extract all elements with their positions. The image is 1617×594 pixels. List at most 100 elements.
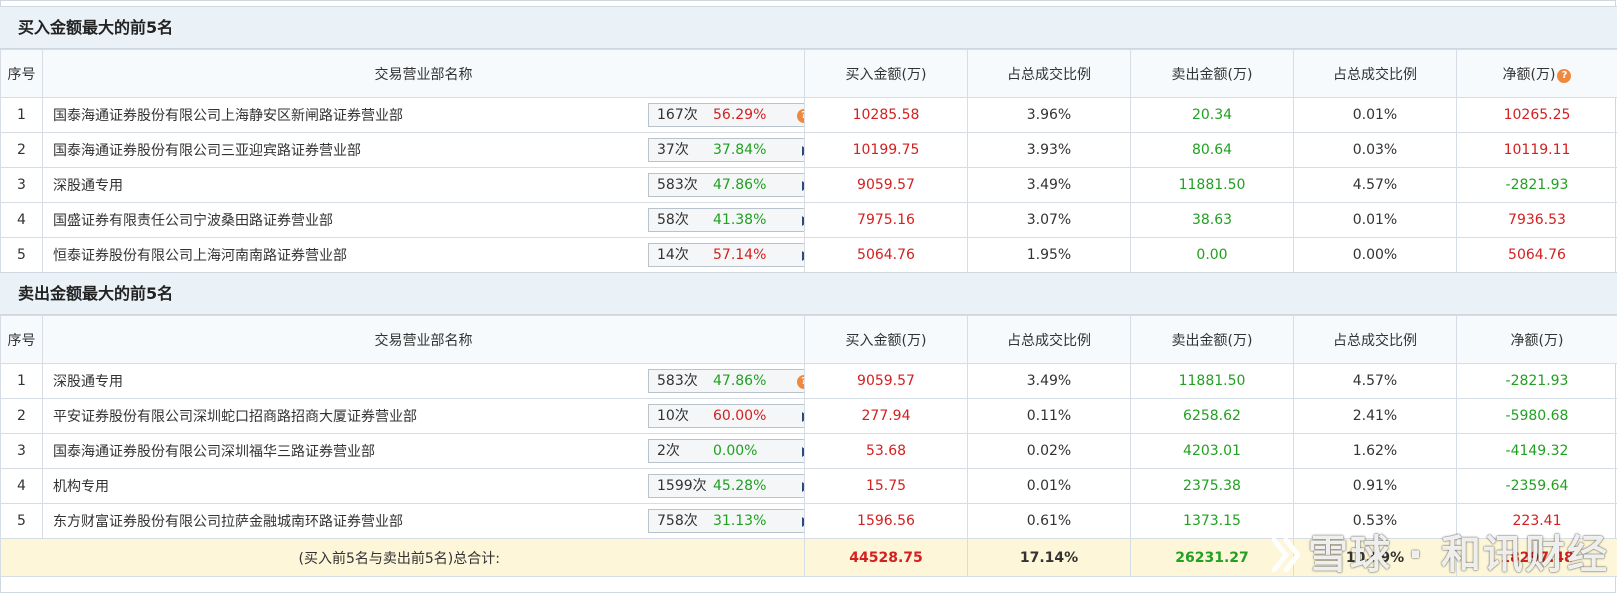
- broker-times: 758次: [657, 513, 698, 529]
- sell-amount: 38.63: [1130, 202, 1294, 238]
- broker-stats-pill[interactable]: 583次 47.86%?: [648, 369, 804, 393]
- broker-times: 1599次: [657, 478, 707, 494]
- triangle-right-icon[interactable]: [802, 146, 804, 156]
- col-header-name: 交易营业部名称: [42, 315, 805, 364]
- buy-ratio: 3.96%: [967, 97, 1131, 133]
- broker-stats-pill[interactable]: 58次 41.38%: [648, 208, 804, 232]
- broker-win-rate: 60.00%: [713, 408, 767, 424]
- broker-stats-pill[interactable]: 758次 31.13%: [648, 509, 804, 533]
- broker-name[interactable]: 深股通专用: [53, 178, 123, 194]
- broker-cell: 恒泰证券股份有限公司上海河南南路证券营业部 14次 57.14%: [42, 237, 805, 273]
- broker-stats-pill[interactable]: 14次 57.14%: [648, 243, 804, 267]
- broker-stats-pill[interactable]: 2次 0.00%: [648, 439, 804, 463]
- buy-amount: 10285.58: [804, 97, 968, 133]
- buy-ratio: 3.07%: [967, 202, 1131, 238]
- col-header-sell-ratio: 占总成交比例: [1293, 49, 1457, 98]
- buy-ratio: 3.49%: [967, 167, 1131, 203]
- sell-table-header: 序号 交易营业部名称 买入金额(万) 占总成交比例 卖出金额(万) 占总成交比例…: [0, 315, 1617, 364]
- net-amount: -5980.68: [1456, 398, 1617, 434]
- sell-amount: 11881.50: [1130, 363, 1294, 399]
- broker-name[interactable]: 平安证券股份有限公司深圳蛇口招商路招商大厦证券营业部: [53, 409, 417, 425]
- row-index: 1: [0, 97, 43, 133]
- broker-cell: 国泰海通证券股份有限公司深圳福华三路证券营业部 2次 0.00%: [42, 433, 805, 469]
- broker-stats-pill[interactable]: 583次 47.86%: [648, 173, 804, 197]
- sell-amount: 2375.38: [1130, 468, 1294, 504]
- net-amount: -4149.32: [1456, 433, 1617, 469]
- col-header-buy: 买入金额(万): [804, 49, 968, 98]
- col-header-buy: 买入金额(万): [804, 315, 968, 364]
- broker-win-rate: 47.86%: [713, 373, 767, 389]
- triangle-right-icon[interactable]: [802, 251, 804, 261]
- buy-table-header: 序号 交易营业部名称 买入金额(万) 占总成交比例 卖出金额(万) 占总成交比例…: [0, 49, 1617, 98]
- broker-stats-pill[interactable]: 37次 37.84%: [648, 138, 804, 162]
- total-sell-ratio: 10.09%: [1293, 538, 1457, 577]
- buy-amount: 10199.75: [804, 132, 968, 168]
- sell-ratio: 0.03%: [1293, 132, 1457, 168]
- triangle-right-icon[interactable]: [802, 412, 804, 422]
- broker-win-rate: 45.28%: [713, 478, 767, 494]
- sell-ratio: 0.91%: [1293, 468, 1457, 504]
- broker-times: 58次: [657, 212, 689, 228]
- triangle-right-icon[interactable]: [802, 216, 804, 226]
- broker-times: 167次: [657, 107, 698, 123]
- broker-times: 14次: [657, 247, 689, 263]
- col-header-net: 净额(万): [1456, 315, 1617, 364]
- broker-stats-pill[interactable]: 1599次 45.28%: [648, 474, 804, 498]
- broker-win-rate: 31.13%: [713, 513, 767, 529]
- broker-name[interactable]: 国泰海通证券股份有限公司深圳福华三路证券营业部: [53, 444, 375, 460]
- question-mark-icon[interactable]: ?: [797, 109, 804, 123]
- broker-name[interactable]: 国泰海通证券股份有限公司三亚迎宾路证券营业部: [53, 143, 361, 159]
- broker-name[interactable]: 东方财富证券股份有限公司拉萨金融城南环路证券营业部: [53, 514, 403, 530]
- net-amount: 223.41: [1456, 503, 1617, 539]
- buy-ratio: 0.61%: [967, 503, 1131, 539]
- buy-ratio: 3.93%: [967, 132, 1131, 168]
- sell-ratio: 0.53%: [1293, 503, 1457, 539]
- broker-cell: 深股通专用 583次 47.86%: [42, 167, 805, 203]
- sell-ratio: 0.00%: [1293, 237, 1457, 273]
- row-index: 3: [0, 433, 43, 469]
- sell-section-title: 卖出金额最大的前5名: [0, 272, 1617, 315]
- table-row: 2 国泰海通证券股份有限公司三亚迎宾路证券营业部 37次 37.84% 10199.75…: [0, 132, 1617, 168]
- buy-ratio: 0.02%: [967, 433, 1131, 469]
- buy-amount: 9059.57: [804, 167, 968, 203]
- col-header-index: 序号: [0, 49, 43, 98]
- triangle-right-icon[interactable]: [802, 482, 804, 492]
- table-row: 4 国盛证券有限责任公司宁波桑田路证券营业部 58次 41.38% 7975.16 3.0…: [0, 202, 1617, 238]
- broker-stats-pill[interactable]: 10次 60.00%: [648, 404, 804, 428]
- broker-times: 10次: [657, 408, 689, 424]
- net-amount: 7936.53: [1456, 202, 1617, 238]
- buy-ratio: 0.01%: [967, 468, 1131, 504]
- col-header-sell-ratio: 占总成交比例: [1293, 315, 1457, 364]
- sell-ratio: 0.01%: [1293, 97, 1457, 133]
- total-label: (买入前5名与卖出前5名)总合计:: [0, 538, 805, 577]
- buy-amount: 1596.56: [804, 503, 968, 539]
- triangle-right-icon[interactable]: [802, 517, 804, 527]
- sell-amount: 1373.15: [1130, 503, 1294, 539]
- net-amount: 10265.25: [1456, 97, 1617, 133]
- sell-amount: 11881.50: [1130, 167, 1294, 203]
- broker-name[interactable]: 国盛证券有限责任公司宁波桑田路证券营业部: [53, 213, 333, 229]
- total-buy: 44528.75: [804, 538, 968, 577]
- question-mark-icon[interactable]: ?: [1557, 68, 1572, 83]
- row-index: 5: [0, 503, 43, 539]
- sell-amount: 0.00: [1130, 237, 1294, 273]
- triangle-right-icon[interactable]: [802, 447, 804, 457]
- broker-cell: 机构专用 1599次 45.28%: [42, 468, 805, 504]
- broker-name[interactable]: 恒泰证券股份有限公司上海河南南路证券营业部: [53, 248, 347, 264]
- col-header-buy-ratio: 占总成交比例: [967, 49, 1131, 98]
- sell-ratio: 2.41%: [1293, 398, 1457, 434]
- broker-name[interactable]: 深股通专用: [53, 374, 123, 390]
- table-row: 1国泰海通证券股份有限公司上海静安区新闸路证券营业部167次56.29%?102…: [0, 97, 1617, 133]
- broker-name[interactable]: 机构专用: [53, 479, 109, 495]
- triangle-right-icon[interactable]: [802, 181, 804, 191]
- net-amount: -2821.93: [1456, 167, 1617, 203]
- net-amount: -2359.64: [1456, 468, 1617, 504]
- total-net: 18297.48: [1456, 538, 1617, 577]
- question-mark-icon[interactable]: ?: [797, 375, 804, 389]
- broker-stats-pill[interactable]: 167次 56.29%?: [648, 103, 804, 127]
- net-amount: 10119.11: [1456, 132, 1617, 168]
- col-header-net-label: 净额(万): [1502, 66, 1556, 83]
- broker-name[interactable]: 国泰海通证券股份有限公司上海静安区新闸路证券营业部: [53, 108, 403, 124]
- broker-cell: 国泰海通证券股份有限公司上海静安区新闸路证券营业部 167次 56.29%?: [42, 97, 805, 133]
- sell-table-body: 1 深股通专用 583次 47.86%?9059.573.49%11881.504.5…: [0, 363, 1617, 539]
